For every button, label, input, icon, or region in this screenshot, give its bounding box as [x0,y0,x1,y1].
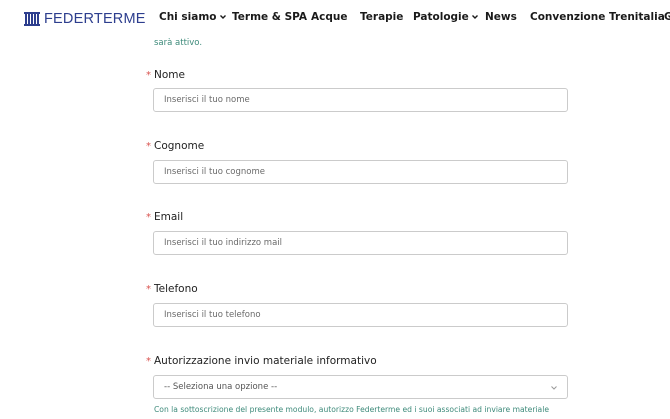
email-field[interactable] [153,231,568,255]
site-header: FEDERTERME Chi siamo Terme & SPA Acque T… [0,0,670,38]
form-top-note: sarà attivo. [154,38,203,48]
nav-item-terme-spa[interactable]: Terme & SPA [232,11,307,23]
email-label-text: Email [154,211,184,223]
nav-item-label: Terapie [360,11,404,23]
nav-item-label: Convenzione Trenitalia [530,11,665,23]
page: FEDERTERME Chi siamo Terme & SPA Acque T… [0,0,670,419]
nav-item-label: Chi siamo [159,11,217,23]
chevron-down-icon [471,15,478,19]
consent-label: * Autorizzazione invio materiale informa… [146,355,377,367]
nav-item-news[interactable]: News [485,11,517,23]
telefono-label-text: Telefono [154,283,198,295]
nome-label-text: Nome [154,69,185,81]
nav-item-terapie[interactable]: Terapie [360,11,403,23]
cognome-label-text: Cognome [154,140,205,152]
cognome-input[interactable] [164,161,544,183]
telefono-label: * Telefono [146,283,198,295]
chevron-down-icon [219,15,226,19]
nav-item-chi-siamo[interactable]: Chi siamo [159,11,227,23]
consent-select-value: -- Seleziona una opzione -- [164,382,278,392]
consent-select[interactable]: -- Seleziona una opzione -- [153,375,568,399]
required-marker: * [146,211,151,223]
nav-item-label: C [664,11,670,23]
nav-item-patologie[interactable]: Patologie [413,11,479,23]
required-marker: * [146,283,151,295]
telefono-field[interactable] [153,303,568,327]
email-label: * Email [146,211,183,223]
brand-name: FEDERTERME [44,11,146,27]
nome-field[interactable] [153,88,568,112]
chevron-down-icon [551,386,557,390]
telefono-input[interactable] [164,304,544,326]
consent-note: Con la sottoscrizione del presente modul… [154,405,549,414]
required-marker: * [146,69,151,81]
nome-label: * Nome [146,69,185,81]
cognome-field[interactable] [153,160,568,184]
required-marker: * [146,355,151,367]
nav-item-label: News [485,11,517,23]
nav-item-label: Patologie [413,11,469,23]
nome-input[interactable] [164,89,544,111]
brand-logo[interactable]: FEDERTERME [23,9,146,29]
nav-item-acque[interactable]: Acque [311,11,347,23]
column-logo-icon [24,12,40,26]
cognome-label: * Cognome [146,140,204,152]
nav-item-convenzione-trenitalia[interactable]: Convenzione Trenitalia [530,11,670,23]
nav-item-label: Terme & SPA [232,11,308,23]
nav-item-label: Acque [311,11,348,23]
required-marker: * [146,140,151,152]
consent-label-text: Autorizzazione invio materiale informati… [154,355,377,367]
nav-item-truncated[interactable]: C [664,11,670,23]
email-input[interactable] [164,232,544,254]
